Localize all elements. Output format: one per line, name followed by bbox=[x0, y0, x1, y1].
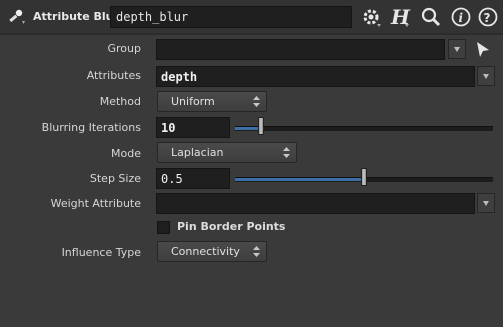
mode-value: Laplacian bbox=[171, 146, 224, 159]
method-menu[interactable]: Uniform bbox=[157, 91, 267, 112]
svg-text:i: i bbox=[459, 11, 464, 25]
iterations-slider[interactable] bbox=[235, 126, 493, 131]
info-icon[interactable]: i bbox=[450, 6, 472, 28]
group-label: Group bbox=[107, 42, 142, 55]
mode-menu[interactable]: Laplacian bbox=[157, 142, 297, 163]
svg-text:?: ? bbox=[484, 11, 491, 25]
influence-type-value: Connectivity bbox=[171, 245, 240, 258]
method-value: Uniform bbox=[171, 95, 215, 108]
group-field[interactable] bbox=[156, 39, 445, 60]
attribute-blur-node-icon[interactable] bbox=[8, 8, 26, 26]
weight-attribute-label: Weight Attribute bbox=[50, 197, 141, 210]
weight-attribute-dropdown-button[interactable] bbox=[477, 193, 495, 213]
weight-attribute-field[interactable] bbox=[156, 193, 475, 214]
parameter-header: Attribute Blur depth_blur H i ? bbox=[0, 0, 503, 33]
pin-border-label: Pin Border Points bbox=[177, 220, 286, 233]
influence-type-label: Influence Type bbox=[61, 246, 141, 259]
updown-arrows-icon bbox=[253, 246, 260, 257]
pin-border-checkbox[interactable] bbox=[157, 221, 170, 234]
help-h-icon[interactable]: H bbox=[389, 5, 411, 29]
iterations-slider-handle[interactable] bbox=[257, 117, 264, 135]
updown-arrows-icon bbox=[283, 147, 290, 158]
updown-arrows-icon bbox=[253, 96, 260, 107]
node-name-field[interactable]: depth_blur bbox=[110, 6, 352, 28]
step-size-slider-fill bbox=[235, 178, 364, 181]
search-icon[interactable] bbox=[420, 6, 442, 28]
gear-icon[interactable] bbox=[360, 6, 382, 28]
group-dropdown-button[interactable] bbox=[448, 39, 466, 59]
attributes-label: Attributes bbox=[86, 69, 141, 82]
step-size-field[interactable]: 0.5 bbox=[156, 168, 230, 189]
question-icon[interactable]: ? bbox=[477, 6, 499, 28]
attributes-field[interactable]: depth bbox=[156, 66, 475, 87]
header-divider bbox=[0, 33, 503, 35]
iterations-field[interactable]: 10 bbox=[156, 117, 230, 138]
step-size-slider-handle[interactable] bbox=[361, 168, 367, 186]
method-label: Method bbox=[99, 95, 141, 108]
mode-label: Mode bbox=[111, 147, 141, 160]
step-size-label: Step Size bbox=[89, 172, 141, 185]
attributes-dropdown-button[interactable] bbox=[477, 66, 495, 86]
iterations-label: Blurring Iterations bbox=[41, 121, 141, 134]
select-arrow-icon[interactable] bbox=[475, 40, 491, 60]
node-type-label: Attribute Blur bbox=[33, 10, 119, 23]
influence-type-menu[interactable]: Connectivity bbox=[157, 241, 267, 262]
